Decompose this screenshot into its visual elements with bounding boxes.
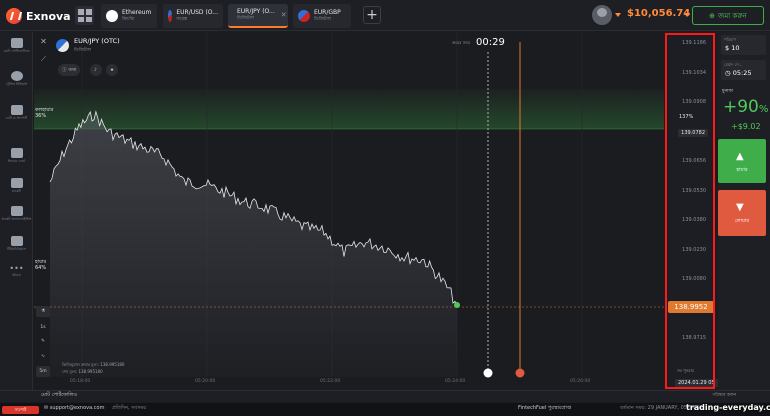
support-email[interactable]: ✉ support@exnova.com xyxy=(44,405,104,411)
chat-icon xyxy=(10,105,23,115)
legend-last-price: শেষ মূল্য: 138.995180 xyxy=(62,369,103,374)
all-assets-button[interactable] xyxy=(75,6,94,25)
chart-type-icon[interactable]: ∿ xyxy=(36,351,50,362)
asset-type: ডিজিটাল xyxy=(74,48,92,53)
favorite-star-icon[interactable]: ★ xyxy=(106,64,118,76)
price-chart[interactable] xyxy=(34,32,664,390)
payout-label: মুনাফা xyxy=(722,89,734,94)
market-icon xyxy=(10,178,23,188)
highlight-box xyxy=(665,33,715,389)
tab-eurusd[interactable]: EUR/USD (O... ফরেক্স xyxy=(163,4,223,28)
close-chart-icon[interactable]: ✕ xyxy=(38,36,49,47)
watermark: trading-everyday.com xyxy=(686,403,770,412)
brand-logo[interactable]: Exnova xyxy=(6,8,71,24)
sentiment-down: হায়ার 64% xyxy=(35,259,47,271)
eurjpy-flag-icon xyxy=(56,39,69,52)
brand-name: Exnova xyxy=(26,9,71,23)
exnova-logo-icon xyxy=(6,8,22,24)
expiry-field[interactable]: মেয়াদ শে... ◷ 05:25 xyxy=(721,60,766,80)
clock-icon: ◷ xyxy=(725,69,731,77)
sidebar-item-chat[interactable]: চ্যাট ও সাপোর্ট xyxy=(0,105,33,121)
sentiment-up: কলহায়ার 36% xyxy=(35,107,54,119)
more-icon: ••• xyxy=(9,264,24,273)
balance-chevron-icon[interactable] xyxy=(684,13,690,17)
promo-text: FintechFuel পুরস্কারপ্রাপ্ত xyxy=(518,405,572,411)
avatar[interactable] xyxy=(592,5,612,25)
chart-canvas xyxy=(34,32,664,378)
tab-eurgbp[interactable]: EUR/GBP ডিজিটাল xyxy=(293,4,351,28)
add-tab-button[interactable]: + xyxy=(363,6,381,24)
time-axis-label: 05:22:00 xyxy=(320,379,341,384)
asset-pair-dropdown[interactable]: EUR/JPY (OTC) xyxy=(74,37,120,45)
support-hours: প্রতিদিন, সবসময় xyxy=(112,405,147,411)
info-icon: ⓘ xyxy=(62,68,67,73)
draw-icon[interactable]: ✎ xyxy=(36,336,50,347)
portfolio-icon xyxy=(10,38,23,48)
time-axis-label: 05:24:00 xyxy=(445,379,466,384)
timer-value: 00:29 xyxy=(476,37,505,48)
indicators-icon[interactable]: ⚗ xyxy=(36,306,50,317)
sidebar-item-leaderboard[interactable]: লিডার বোর্ড xyxy=(0,148,33,164)
sidebar-item-analysis[interactable]: মার্কেট অ্যানালাইসিস xyxy=(0,206,33,222)
total-portfolio-tab[interactable]: মোট পোর্টফোলিও xyxy=(41,392,77,400)
profile-chevron-icon[interactable] xyxy=(615,13,621,17)
timeframe-1s[interactable]: 1s xyxy=(36,322,50,333)
info-button[interactable]: ⓘ তথ্য xyxy=(58,64,81,76)
time-axis-label: 05:26:00 xyxy=(570,379,591,384)
tab-ethereum[interactable]: Ethereum ক্রিপ্টো xyxy=(101,4,157,28)
eurgbp-flag-icon xyxy=(298,10,310,22)
lower-button[interactable]: ▼ লোয়ার xyxy=(718,190,766,236)
close-tab-icon[interactable]: ✕ xyxy=(281,11,287,19)
timeframe-5m[interactable]: 5m xyxy=(36,366,50,377)
time-axis-label: 05:18:00 xyxy=(70,379,91,384)
sidebar-item-portfolio[interactable]: মোট পোর্টফোলিও xyxy=(0,38,33,54)
pin-icon[interactable]: ⟋ xyxy=(38,55,49,66)
trend-up-icon: ▲ xyxy=(736,151,744,162)
bell-icon[interactable]: ♪ xyxy=(90,64,102,76)
history-icon xyxy=(10,71,23,81)
sidebar-item-tutorial[interactable]: টিউটোরিয়াল xyxy=(0,236,33,252)
tab-eurjpy[interactable]: EUR/JPY (O... ডিজিটাল ✕ xyxy=(228,4,288,28)
clear-button[interactable]: পরিষ্কার করুন xyxy=(712,392,736,399)
sidebar-item-history[interactable]: ট্রেডিং ইতিহাস xyxy=(0,71,33,87)
analysis-icon xyxy=(10,206,23,216)
payout-amount: +$9.02 xyxy=(731,122,761,131)
sidebar-item-more[interactable]: ••• আরও xyxy=(0,264,33,278)
timer-label: ক্রয়ের সময় xyxy=(452,40,470,45)
sidebar-item-market[interactable]: মার্কেট xyxy=(0,178,33,194)
payout-percent: +90% xyxy=(723,97,769,117)
bottom-bar xyxy=(0,390,770,402)
legend-buy-price: ভিজিয়ুয়াল ক্রয়ার মূল্য: 138.995180 xyxy=(62,362,125,367)
eurusd-flag-icon xyxy=(168,10,173,22)
leaderboard-icon xyxy=(10,148,23,158)
amount-field[interactable]: পরিমাণ $ 10 xyxy=(721,35,766,55)
trend-down-icon: ▼ xyxy=(736,202,744,213)
deposit-icon: ⊕ xyxy=(709,11,715,20)
deposit-button[interactable]: ⊕ জমা করুন xyxy=(692,6,764,25)
time-axis-label: 05:20:00 xyxy=(195,379,216,384)
higher-button[interactable]: ▲ হায়ার xyxy=(718,139,766,183)
support-button[interactable]: সাপোর্ট xyxy=(2,406,39,414)
balance-value[interactable]: $10,056.74 xyxy=(627,8,690,19)
ethereum-icon xyxy=(106,10,118,22)
tutorial-icon xyxy=(10,236,23,246)
